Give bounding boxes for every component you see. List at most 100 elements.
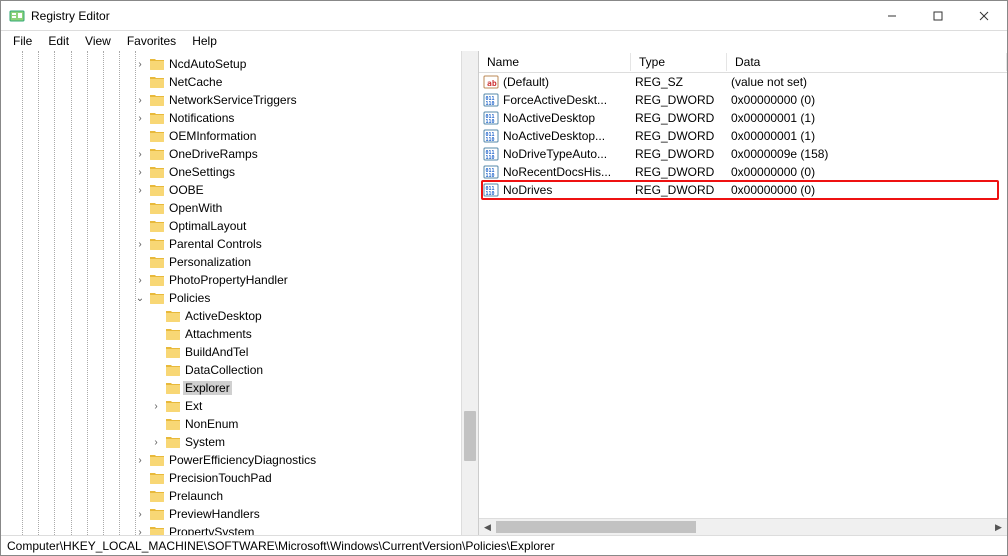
tree-item[interactable]: › PreviewHandlers bbox=[1, 505, 461, 523]
reg-string-icon: ab bbox=[483, 74, 499, 90]
expand-toggle-icon[interactable]: › bbox=[133, 59, 147, 70]
close-button[interactable] bbox=[961, 1, 1007, 31]
tree-item-label: OptimalLayout bbox=[167, 219, 248, 233]
tree-item-label: PrecisionTouchPad bbox=[167, 471, 274, 485]
menu-view[interactable]: View bbox=[77, 33, 119, 49]
tree-item[interactable]: › System bbox=[1, 433, 461, 451]
expand-toggle-icon[interactable]: › bbox=[133, 185, 147, 196]
value-type: REG_DWORD bbox=[635, 111, 731, 125]
tree-item[interactable]: OptimalLayout bbox=[1, 217, 461, 235]
expand-toggle-icon[interactable]: ⌄ bbox=[133, 293, 147, 304]
tree-item[interactable]: Personalization bbox=[1, 253, 461, 271]
expand-toggle-icon[interactable]: › bbox=[133, 95, 147, 106]
list-row[interactable]: ab (Default)REG_SZ(value not set) bbox=[479, 73, 1007, 91]
value-data: 0x00000000 (0) bbox=[731, 183, 1007, 197]
tree-item-label: Attachments bbox=[183, 327, 254, 341]
minimize-button[interactable] bbox=[869, 1, 915, 31]
list-row[interactable]: 011110 NoDriveTypeAuto...REG_DWORD0x0000… bbox=[479, 145, 1007, 163]
tree-item[interactable]: BuildAndTel bbox=[1, 343, 461, 361]
expand-toggle-icon[interactable]: › bbox=[149, 437, 163, 448]
tree-item-label: OOBE bbox=[167, 183, 206, 197]
tree-item[interactable]: › Parental Controls bbox=[1, 235, 461, 253]
list-col-data[interactable]: Data bbox=[727, 53, 1007, 71]
value-type: REG_DWORD bbox=[635, 165, 731, 179]
expand-toggle-icon[interactable]: › bbox=[133, 239, 147, 250]
folder-icon bbox=[165, 327, 181, 341]
list-col-name[interactable]: Name bbox=[479, 53, 631, 71]
value-data: (value not set) bbox=[731, 75, 1007, 89]
tree-item[interactable]: OpenWith bbox=[1, 199, 461, 217]
tree-item-label: NcdAutoSetup bbox=[167, 57, 248, 71]
tree-item[interactable]: ActiveDesktop bbox=[1, 307, 461, 325]
tree-item[interactable]: Explorer bbox=[1, 379, 461, 397]
folder-icon bbox=[165, 345, 181, 359]
value-name: NoDriveTypeAuto... bbox=[503, 147, 635, 161]
list-row[interactable]: 011110 ForceActiveDeskt...REG_DWORD0x000… bbox=[479, 91, 1007, 109]
expand-toggle-icon[interactable]: › bbox=[133, 527, 147, 536]
tree-item[interactable]: NetCache bbox=[1, 73, 461, 91]
folder-icon bbox=[165, 399, 181, 413]
expand-toggle-icon[interactable]: › bbox=[133, 149, 147, 160]
tree-item[interactable]: › NetworkServiceTriggers bbox=[1, 91, 461, 109]
tree-vscrollbar[interactable] bbox=[461, 51, 478, 535]
tree-item[interactable]: › PropertySystem bbox=[1, 523, 461, 535]
folder-icon bbox=[149, 291, 165, 305]
value-data: 0x00000001 (1) bbox=[731, 111, 1007, 125]
list-row[interactable]: 011110 NoDrivesREG_DWORD0x00000000 (0) bbox=[479, 181, 1007, 199]
tree-item[interactable]: › OneDriveRamps bbox=[1, 145, 461, 163]
app-window: Registry Editor File Edit View Favorites… bbox=[0, 0, 1008, 556]
menu-file[interactable]: File bbox=[5, 33, 40, 49]
tree-item[interactable]: › Notifications bbox=[1, 109, 461, 127]
folder-icon bbox=[149, 525, 165, 535]
hscroll-left-arrow-icon[interactable]: ◀ bbox=[479, 519, 496, 536]
list-row[interactable]: 011110 NoActiveDesktop...REG_DWORD0x0000… bbox=[479, 127, 1007, 145]
expand-toggle-icon[interactable]: › bbox=[149, 401, 163, 412]
menu-edit[interactable]: Edit bbox=[40, 33, 77, 49]
window-title: Registry Editor bbox=[31, 9, 869, 23]
maximize-button[interactable] bbox=[915, 1, 961, 31]
list-header: Name Type Data bbox=[479, 51, 1007, 73]
tree-item[interactable]: › PhotoPropertyHandler bbox=[1, 271, 461, 289]
list-row[interactable]: 011110 NoActiveDesktopREG_DWORD0x0000000… bbox=[479, 109, 1007, 127]
expand-toggle-icon[interactable]: › bbox=[133, 275, 147, 286]
value-type: REG_DWORD bbox=[635, 147, 731, 161]
value-type: REG_DWORD bbox=[635, 129, 731, 143]
tree-item[interactable]: Prelaunch bbox=[1, 487, 461, 505]
tree-item[interactable]: › Ext bbox=[1, 397, 461, 415]
tree-item[interactable]: › OneSettings bbox=[1, 163, 461, 181]
menu-favorites[interactable]: Favorites bbox=[119, 33, 184, 49]
value-data: 0x0000009e (158) bbox=[731, 147, 1007, 161]
list-col-type[interactable]: Type bbox=[631, 53, 727, 71]
tree-vscroll-thumb[interactable] bbox=[464, 411, 476, 461]
title-bar[interactable]: Registry Editor bbox=[1, 1, 1007, 31]
tree-item[interactable]: DataCollection bbox=[1, 361, 461, 379]
tree-item[interactable]: › NcdAutoSetup bbox=[1, 55, 461, 73]
tree-item[interactable]: NonEnum bbox=[1, 415, 461, 433]
svg-text:110: 110 bbox=[486, 173, 495, 179]
tree-item[interactable]: OEMInformation bbox=[1, 127, 461, 145]
folder-icon bbox=[165, 417, 181, 431]
folder-icon bbox=[149, 489, 165, 503]
folder-icon bbox=[149, 237, 165, 251]
expand-toggle-icon[interactable]: › bbox=[133, 113, 147, 124]
expand-toggle-icon[interactable]: › bbox=[133, 455, 147, 466]
expand-toggle-icon[interactable]: › bbox=[133, 509, 147, 520]
content-area: › NcdAutoSetup NetCache› NetworkServiceT… bbox=[1, 51, 1007, 535]
reg-dword-icon: 011110 bbox=[483, 92, 499, 108]
tree-item[interactable]: PrecisionTouchPad bbox=[1, 469, 461, 487]
svg-text:110: 110 bbox=[486, 155, 495, 161]
tree-item[interactable]: ⌄ Policies bbox=[1, 289, 461, 307]
folder-icon bbox=[149, 57, 165, 71]
tree-item[interactable]: › PowerEfficiencyDiagnostics bbox=[1, 451, 461, 469]
menu-help[interactable]: Help bbox=[184, 33, 225, 49]
tree-item-label: PowerEfficiencyDiagnostics bbox=[167, 453, 318, 467]
tree-item[interactable]: › OOBE bbox=[1, 181, 461, 199]
expand-toggle-icon[interactable]: › bbox=[133, 167, 147, 178]
list-row[interactable]: 011110 NoRecentDocsHis...REG_DWORD0x0000… bbox=[479, 163, 1007, 181]
hscroll-track[interactable] bbox=[496, 519, 990, 535]
list-hscrollbar[interactable]: ◀ ▶ bbox=[479, 518, 1007, 535]
hscroll-thumb[interactable] bbox=[496, 521, 696, 533]
tree-item[interactable]: Attachments bbox=[1, 325, 461, 343]
hscroll-right-arrow-icon[interactable]: ▶ bbox=[990, 519, 1007, 536]
reg-dword-icon: 011110 bbox=[483, 128, 499, 144]
